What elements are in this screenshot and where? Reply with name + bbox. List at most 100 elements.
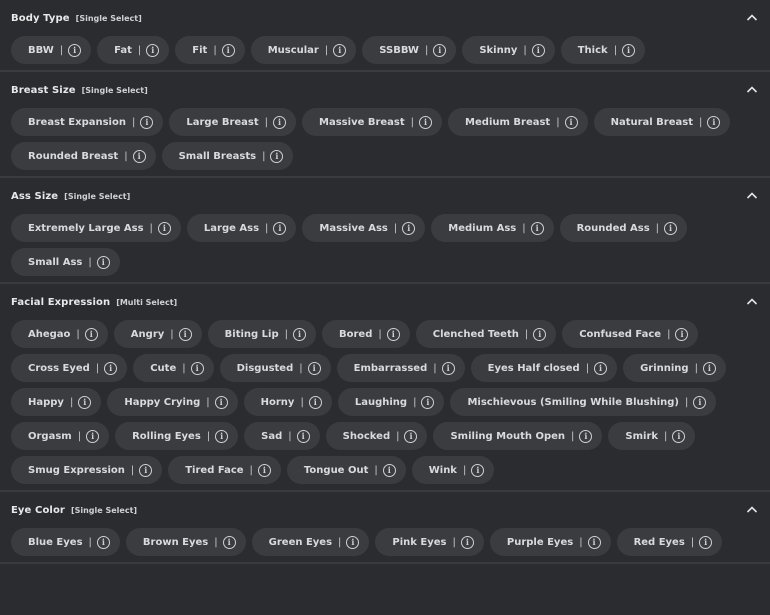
info-icon[interactable]: i [221, 43, 235, 57]
info-icon[interactable]: i [139, 463, 153, 477]
tag-chip[interactable]: Mischievous (Smiling While Blushing) | i [450, 388, 717, 416]
chevron-up-icon[interactable] [746, 190, 758, 202]
info-icon[interactable]: i [622, 43, 636, 57]
tag-chip[interactable]: BBW | i [11, 36, 92, 64]
tag-chip[interactable]: Smiling Mouth Open | i [433, 422, 603, 450]
tag-chip[interactable]: Fit | i [175, 36, 245, 64]
tag-chip[interactable]: Blue Eyes | i [11, 528, 120, 556]
tag-chip[interactable]: Wink | i [411, 456, 495, 484]
info-icon[interactable]: i [257, 463, 271, 477]
tag-chip[interactable]: Embarrassed | i [336, 354, 465, 382]
info-icon[interactable]: i [190, 361, 204, 375]
section-header[interactable]: Eye Color [Single Select] [0, 492, 770, 528]
tag-chip[interactable]: Bored | i [322, 320, 410, 348]
info-icon[interactable]: i [382, 463, 396, 477]
info-icon[interactable]: i [215, 429, 229, 443]
section-header[interactable]: Breast Size [Single Select] [0, 72, 770, 108]
tag-chip[interactable]: Pink Eyes | i [375, 528, 484, 556]
tag-chip[interactable]: Purple Eyes | i [489, 528, 611, 556]
info-icon[interactable]: i [433, 43, 447, 57]
tag-chip[interactable]: Grinning | i [623, 354, 726, 382]
info-icon[interactable]: i [273, 115, 287, 129]
tag-chip[interactable]: Happy Crying | i [107, 388, 238, 416]
chevron-up-icon[interactable] [746, 296, 758, 308]
info-icon[interactable]: i [587, 535, 601, 549]
section-header[interactable]: Body Type [Single Select] [0, 0, 770, 36]
info-icon[interactable]: i [96, 255, 110, 269]
info-icon[interactable]: i [140, 115, 154, 129]
tag-chip[interactable]: Laughing | i [337, 388, 445, 416]
info-icon[interactable]: i [564, 115, 578, 129]
info-icon[interactable]: i [471, 463, 485, 477]
tag-chip[interactable]: Horny | i [243, 388, 332, 416]
tag-chip[interactable]: Medium Ass | i [431, 214, 554, 242]
tag-chip[interactable]: Rolling Eyes | i [115, 422, 239, 450]
info-icon[interactable]: i [664, 221, 678, 235]
info-icon[interactable]: i [96, 535, 110, 549]
tag-chip[interactable]: Smirk | i [608, 422, 696, 450]
info-icon[interactable]: i [146, 43, 160, 57]
info-icon[interactable]: i [157, 221, 171, 235]
chevron-up-icon[interactable] [746, 504, 758, 516]
info-icon[interactable]: i [68, 43, 82, 57]
info-icon[interactable]: i [594, 361, 608, 375]
info-icon[interactable]: i [707, 115, 721, 129]
info-icon[interactable]: i [402, 221, 416, 235]
tag-chip[interactable]: Thick | i [560, 36, 646, 64]
tag-chip[interactable]: Brown Eyes | i [125, 528, 246, 556]
tag-chip[interactable]: Large Ass | i [186, 214, 297, 242]
tag-chip[interactable]: Massive Ass | i [302, 214, 426, 242]
tag-chip[interactable]: SSBBW | i [362, 36, 457, 64]
tag-chip[interactable]: Rounded Ass | i [559, 214, 688, 242]
tag-chip[interactable]: Angry | i [113, 320, 202, 348]
info-icon[interactable]: i [531, 43, 545, 57]
chevron-up-icon[interactable] [746, 12, 758, 24]
tag-chip[interactable]: Natural Breast | i [593, 108, 731, 136]
info-icon[interactable]: i [699, 535, 713, 549]
tag-chip[interactable]: Tired Face | i [168, 456, 281, 484]
tag-chip[interactable]: Fat | i [97, 36, 170, 64]
info-icon[interactable]: i [675, 327, 689, 341]
tag-chip[interactable]: Extremely Large Ass | i [11, 214, 181, 242]
info-icon[interactable]: i [386, 327, 400, 341]
tag-chip[interactable]: Disgusted | i [219, 354, 331, 382]
tag-chip[interactable]: Medium Breast | i [448, 108, 588, 136]
tag-chip[interactable]: Massive Breast | i [302, 108, 443, 136]
tag-chip[interactable]: Smug Expression | i [11, 456, 163, 484]
info-icon[interactable]: i [78, 395, 92, 409]
info-icon[interactable]: i [346, 535, 360, 549]
info-icon[interactable]: i [270, 149, 284, 163]
info-icon[interactable]: i [530, 221, 544, 235]
info-icon[interactable]: i [419, 115, 433, 129]
tag-chip[interactable]: Ahegao | i [11, 320, 108, 348]
tag-chip[interactable]: Green Eyes | i [251, 528, 370, 556]
tag-chip[interactable]: Clenched Teeth | i [415, 320, 557, 348]
tag-chip[interactable]: Breast Expansion | i [11, 108, 164, 136]
info-icon[interactable]: i [702, 361, 716, 375]
tag-chip[interactable]: Biting Lip | i [207, 320, 316, 348]
tag-chip[interactable]: Sad | i [244, 422, 320, 450]
info-icon[interactable]: i [273, 221, 287, 235]
info-icon[interactable]: i [307, 361, 321, 375]
info-icon[interactable]: i [222, 535, 236, 549]
tag-chip[interactable]: Small Ass | i [11, 248, 120, 276]
tag-chip[interactable]: Rounded Breast | i [11, 142, 156, 170]
section-header[interactable]: Ass Size [Single Select] [0, 178, 770, 214]
tag-chip[interactable]: Cross Eyed | i [11, 354, 128, 382]
info-icon[interactable]: i [421, 395, 435, 409]
info-icon[interactable]: i [460, 535, 474, 549]
tag-chip[interactable]: Tongue Out | i [286, 456, 406, 484]
tag-chip[interactable]: Small Breasts | i [161, 142, 294, 170]
info-icon[interactable]: i [293, 327, 306, 341]
tag-chip[interactable]: Orgasm | i [11, 422, 110, 450]
info-icon[interactable]: i [178, 327, 192, 341]
info-icon[interactable]: i [86, 429, 100, 443]
info-icon[interactable]: i [214, 395, 228, 409]
info-icon[interactable]: i [404, 429, 418, 443]
section-header[interactable]: Facial Expression [Multi Select] [0, 284, 770, 320]
info-icon[interactable]: i [84, 327, 98, 341]
tag-chip[interactable]: Red Eyes | i [616, 528, 723, 556]
tag-chip[interactable]: Shocked | i [325, 422, 428, 450]
tag-chip[interactable]: Cute | i [133, 354, 214, 382]
tag-chip[interactable]: Confused Face | i [562, 320, 699, 348]
